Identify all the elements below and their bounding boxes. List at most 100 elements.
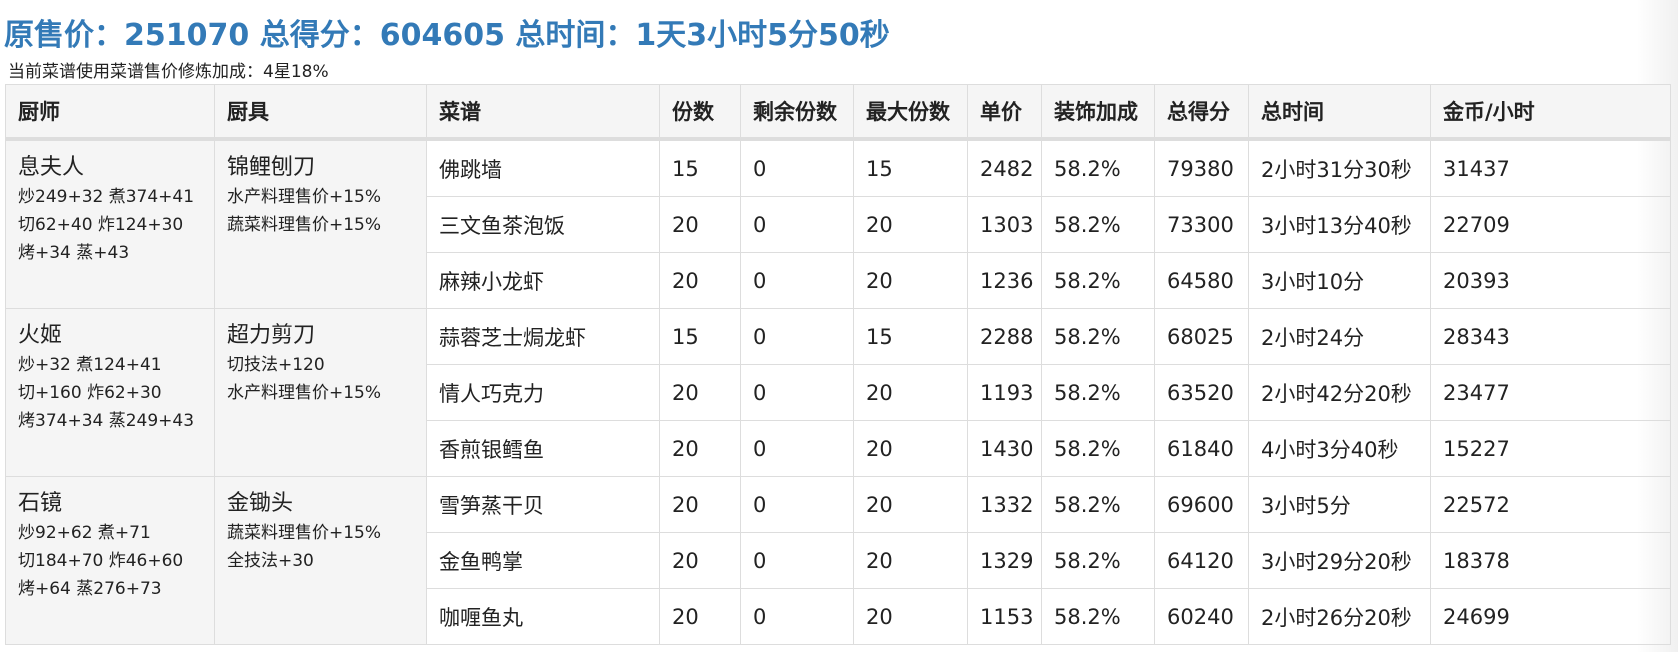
chef-cell: 石镜 炒92+62 煮+71 切184+70 炸46+60 烤+64 蒸276+… (5, 476, 215, 645)
recipe-time: 3小时5分 (1248, 476, 1431, 533)
total-score-value: 604605 (379, 18, 505, 53)
recipe-score: 73300 (1154, 196, 1249, 253)
recipe-remaining: 0 (740, 364, 854, 421)
column-header-score: 总得分 (1154, 84, 1249, 141)
chef-skill: 烤374+34 蒸249+43 (18, 411, 195, 431)
recipe-name: 蒜蓉芝士焗龙虾 (426, 308, 660, 365)
chef-skill: 炒249+32 煮374+41 (18, 187, 195, 207)
original-price-value: 251070 (124, 18, 250, 53)
chef-skill: 炒92+62 煮+71 (18, 523, 151, 543)
recipe-price: 1153 (967, 588, 1042, 645)
recipe-gold-per-hour: 15227 (1430, 420, 1671, 477)
recipe-deco: 58.2% (1041, 364, 1155, 421)
recipe-score: 64580 (1154, 252, 1249, 309)
recipe-max: 20 (853, 252, 968, 309)
recipe-name: 香煎银鳕鱼 (426, 420, 660, 477)
recipe-max: 15 (853, 308, 968, 365)
recipe-qty: 20 (659, 532, 741, 589)
recipe-time: 2小时42分20秒 (1248, 364, 1431, 421)
recipe-score: 79380 (1154, 138, 1249, 197)
recipe-score: 63520 (1154, 364, 1249, 421)
summary-line: 原售价：251070 总得分：604605 总时间：1天3小时5分50秒 (4, 10, 890, 54)
recipe-deco: 58.2% (1041, 476, 1155, 533)
table-header-row: 厨师 厨具 菜谱 份数 剩余份数 最大份数 单价 装饰加成 总得分 总时间 金币… (5, 84, 1671, 141)
recipe-remaining: 0 (740, 476, 854, 533)
total-time-value: 1天3小时5分50秒 (635, 18, 890, 53)
recipe-deco: 58.2% (1041, 588, 1155, 645)
recipe-score: 69600 (1154, 476, 1249, 533)
recipe-price: 1430 (967, 420, 1042, 477)
recipe-time: 2小时31分30秒 (1248, 138, 1431, 197)
recipe-max: 20 (853, 420, 968, 477)
equip-effect: 蔬菜料理售价+15% (227, 523, 382, 543)
chef-name: 火姬 (18, 323, 63, 348)
recipe-max: 20 (853, 476, 968, 533)
recipe-price: 1236 (967, 252, 1042, 309)
chef-skill: 切62+40 炸124+30 (18, 215, 184, 235)
recipe-remaining: 0 (740, 138, 854, 197)
recipe-gold-per-hour: 18378 (1430, 532, 1671, 589)
recipe-score: 61840 (1154, 420, 1249, 477)
equip-cell: 超力剪刀 切技法+120 水产料理售价+15% (214, 308, 427, 477)
recipe-remaining: 0 (740, 420, 854, 477)
recipe-max: 20 (853, 196, 968, 253)
original-price-label: 原售价： (4, 18, 124, 53)
recipe-remaining: 0 (740, 252, 854, 309)
recipe-price: 1303 (967, 196, 1042, 253)
chef-name: 石镜 (18, 491, 63, 516)
recipe-deco: 58.2% (1041, 196, 1155, 253)
equip-name: 锦鲤刨刀 (227, 155, 316, 180)
table-row: 息夫人 炒249+32 煮374+41 切62+40 炸124+30 烤+34 … (5, 138, 1671, 309)
recipe-qty: 20 (659, 588, 741, 645)
table-row: 火姬 炒+32 煮124+41 切+160 炸62+30 烤374+34 蒸24… (5, 308, 1671, 477)
recipe-price: 1193 (967, 364, 1042, 421)
recipe-time: 3小时13分40秒 (1248, 196, 1431, 253)
recipe-price: 1332 (967, 476, 1042, 533)
recipe-score: 60240 (1154, 588, 1249, 645)
recipe-name: 雪笋蒸干贝 (426, 476, 660, 533)
equip-effect: 切技法+120 (227, 355, 325, 375)
chef-cell: 火姬 炒+32 煮124+41 切+160 炸62+30 烤374+34 蒸24… (5, 308, 215, 477)
recipe-price: 1329 (967, 532, 1042, 589)
chef-skill: 烤+34 蒸+43 (18, 243, 130, 263)
recipe-qty: 20 (659, 196, 741, 253)
recipe-name: 麻辣小龙虾 (426, 252, 660, 309)
recipe-gold-per-hour: 22572 (1430, 476, 1671, 533)
recipe-remaining: 0 (740, 588, 854, 645)
recipe-name: 情人巧克力 (426, 364, 660, 421)
chef-cell: 息夫人 炒249+32 煮374+41 切62+40 炸124+30 烤+34 … (5, 138, 215, 309)
recipe-max: 20 (853, 588, 968, 645)
column-header-deco: 装饰加成 (1041, 84, 1155, 141)
recipe-score: 68025 (1154, 308, 1249, 365)
column-header-max: 最大份数 (853, 84, 968, 141)
recipe-name: 佛跳墙 (426, 138, 660, 197)
equip-cell: 锦鲤刨刀 水产料理售价+15% 蔬菜料理售价+15% (214, 138, 427, 309)
column-header-qty: 份数 (659, 84, 741, 141)
recipe-deco: 58.2% (1041, 308, 1155, 365)
column-header-time: 总时间 (1248, 84, 1431, 141)
recipe-time: 2小时26分20秒 (1248, 588, 1431, 645)
chef-name: 息夫人 (18, 155, 85, 180)
recipe-gold-per-hour: 22709 (1430, 196, 1671, 253)
recipe-gold-per-hour: 24699 (1430, 588, 1671, 645)
recipe-gold-per-hour: 31437 (1430, 138, 1671, 197)
chef-skill: 烤+64 蒸276+73 (18, 579, 162, 599)
recipe-remaining: 0 (740, 308, 854, 365)
column-header-recipe: 菜谱 (426, 84, 660, 141)
recipe-deco: 58.2% (1041, 252, 1155, 309)
chef-skill: 切+160 炸62+30 (18, 383, 162, 403)
recipe-qty: 15 (659, 308, 741, 365)
recipe-gold-per-hour: 28343 (1430, 308, 1671, 365)
results-table: 厨师 厨具 菜谱 份数 剩余份数 最大份数 单价 装饰加成 总得分 总时间 金币… (5, 84, 1671, 645)
recipe-name: 金鱼鸭掌 (426, 532, 660, 589)
equip-cell: 金锄头 蔬菜料理售价+15% 全技法+30 (214, 476, 427, 645)
column-header-price: 单价 (967, 84, 1042, 141)
recipe-qty: 20 (659, 252, 741, 309)
recipe-deco: 58.2% (1041, 532, 1155, 589)
total-score-label: 总得分： (259, 18, 380, 53)
recipe-bonus-note: 当前菜谱使用菜谱售价修炼加成：4星18% (8, 62, 329, 82)
recipe-time: 4小时3分40秒 (1248, 420, 1431, 477)
recipe-deco: 58.2% (1041, 420, 1155, 477)
recipe-deco: 58.2% (1041, 138, 1155, 197)
equip-name: 金锄头 (227, 491, 294, 516)
